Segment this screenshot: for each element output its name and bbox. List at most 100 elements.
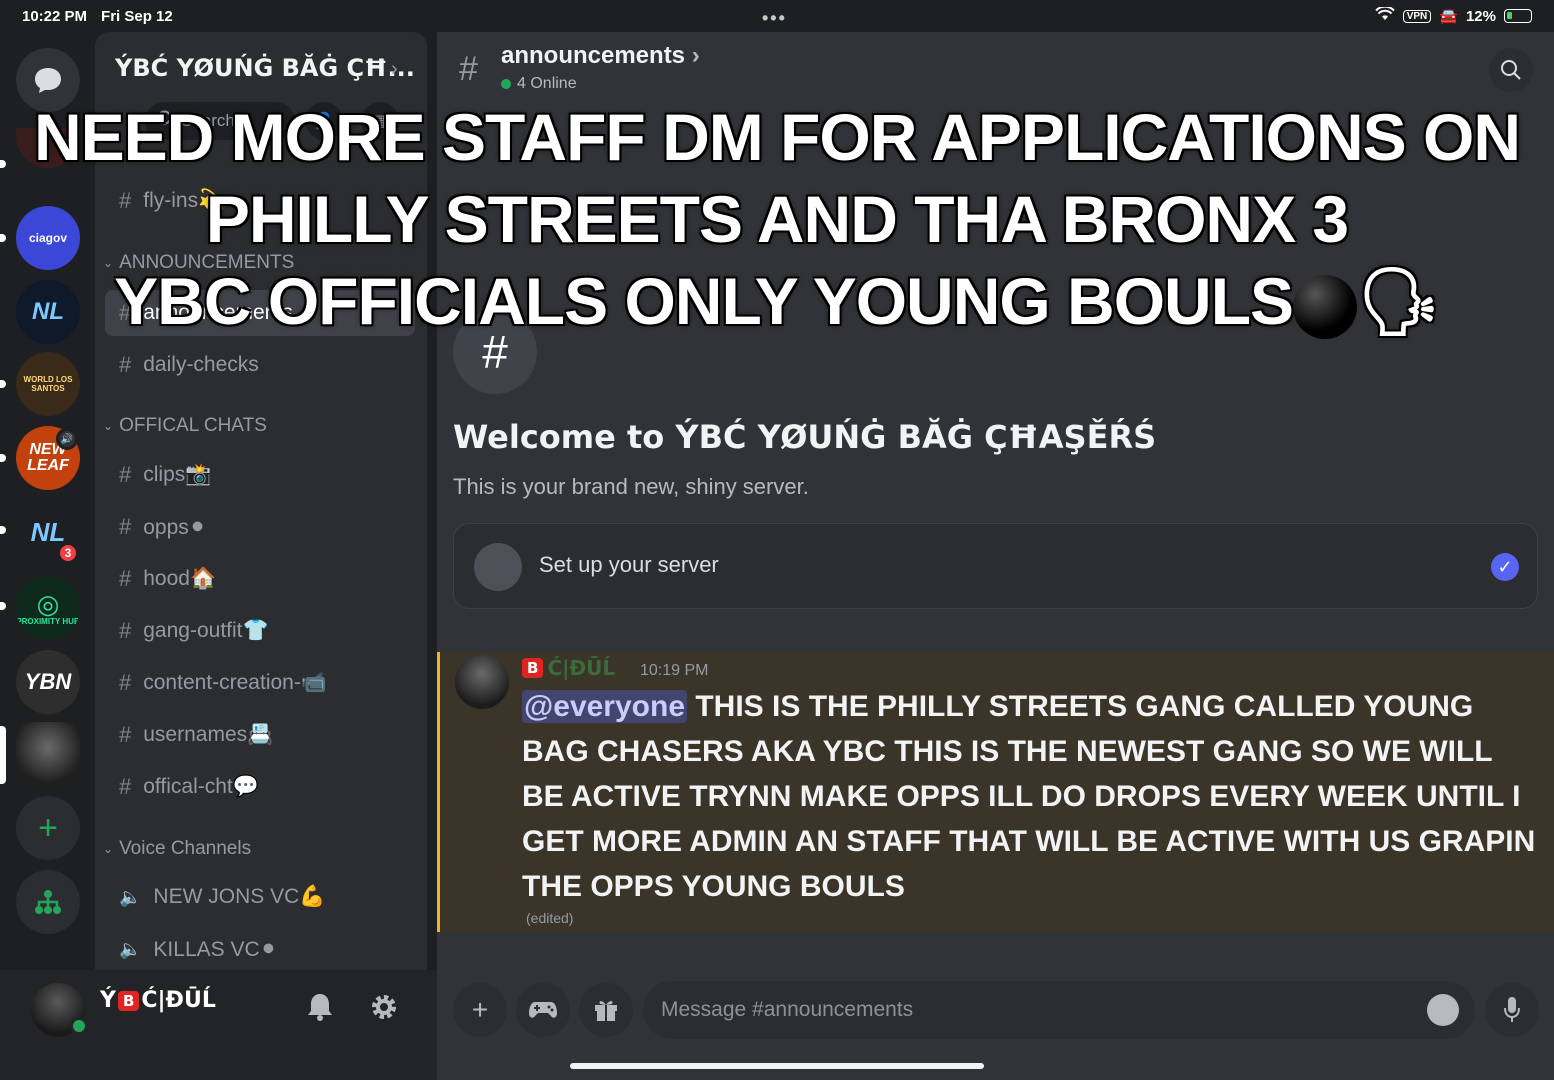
hash-icon: # — [119, 300, 132, 325]
server-name[interactable]: ÝBĆ YØUŃĠ BĂĠ ÇĦ... — [115, 54, 415, 82]
server-rail: ciagov NL WORLD LOS SANTOS NEW LEAF 🔊 NL… — [0, 32, 95, 970]
setup-icon — [474, 543, 522, 591]
gear-icon[interactable] — [369, 992, 399, 1029]
mention-everyone[interactable]: @everyone — [522, 690, 688, 723]
selected-pill — [0, 726, 6, 784]
voice-channel-new-jons[interactable]: 🔈 NEW JONS VC💪 — [105, 874, 415, 920]
chevron-down-icon: ⌄ — [103, 256, 114, 270]
category-announcements[interactable]: ⌄ ANNOUNCEMENTS — [103, 252, 294, 274]
server-icon-ybn[interactable]: YBN — [16, 650, 80, 714]
channel-fly-ins[interactable]: # fly-ins💫 — [105, 178, 415, 224]
main-panel: # announcements › 4 Online # Welcome to … — [437, 32, 1554, 1080]
channel-offical-cht[interactable]: # offical-cht💬 — [105, 764, 415, 810]
message-input[interactable]: Message #announcements — [643, 981, 1475, 1039]
gamepad-icon[interactable] — [516, 983, 570, 1037]
calendar-icon[interactable]: ▦ — [361, 102, 399, 140]
channel-gang-outfit[interactable]: # gang-outfit👕 — [105, 608, 415, 654]
search-icon[interactable] — [1489, 48, 1533, 92]
message[interactable]: B Ć|ĐŪĹ 10:19 PM @everyone THIS IS THE P… — [437, 652, 1554, 932]
battery-percent: 12% — [1465, 7, 1496, 25]
chevron-down-icon: ⌄ — [103, 842, 114, 856]
hash-icon: # — [119, 618, 132, 643]
welcome-subtitle: This is your brand new, shiny server. — [453, 474, 809, 499]
setup-server-card[interactable]: Set up your server ✓ — [453, 523, 1538, 609]
unread-pill — [0, 526, 6, 534]
message-timestamp: 10:19 PM — [640, 662, 709, 679]
emoji-icon[interactable] — [1427, 994, 1459, 1026]
username[interactable]: Ý B Ć|ĐŪĹ — [100, 988, 216, 1013]
letter-b-badge: B — [117, 990, 140, 1011]
user-panel: Ý B Ć|ĐŪĹ — [0, 970, 437, 1080]
car-icon: 🚘 — [1439, 8, 1458, 25]
category-offical-chats[interactable]: ⌄ OFFICAL CHATS — [103, 415, 267, 437]
plus-icon[interactable]: + — [453, 983, 507, 1037]
home-indicator[interactable] — [570, 1063, 984, 1069]
avatar[interactable] — [455, 655, 509, 709]
composer: + Message #announcements — [437, 978, 1554, 1048]
vpn-indicator: VPN — [1402, 9, 1432, 23]
microphone-icon[interactable] — [1485, 983, 1539, 1037]
online-dot — [501, 79, 511, 89]
server-icon-partial[interactable] — [16, 128, 80, 168]
channel-daily-checks[interactable]: # daily-checks — [105, 342, 415, 388]
channel-sidebar: ÝBĆ YØUŃĠ BĂĠ ÇĦ... › Search 👤 ▦ # fly-i… — [95, 32, 427, 970]
chevron-right-icon: › — [691, 42, 700, 69]
add-server-icon[interactable]: + — [16, 796, 80, 860]
speaker-icon: 🔊 — [56, 428, 78, 450]
unread-pill — [0, 380, 6, 388]
message-body: @everyone THIS IS THE PHILLY STREETS GAN… — [522, 690, 1536, 903]
battery-icon — [1504, 9, 1532, 23]
chat-bubble-icon — [35, 68, 61, 93]
gift-icon[interactable] — [579, 983, 633, 1037]
server-icon-proximity-hub[interactable]: ◎ PROXIMITY HUB — [16, 576, 80, 640]
unread-pill — [0, 454, 6, 462]
chevron-down-icon: ⌄ — [103, 419, 114, 433]
server-icon-ciagov[interactable]: ciagov — [16, 206, 80, 270]
add-member-icon[interactable]: 👤 — [305, 102, 343, 140]
channel-usernames[interactable]: # usernames📇 — [105, 712, 415, 758]
direct-messages-button[interactable] — [16, 48, 80, 112]
status-bar: 10:22 PM Fri Sep 12 ••• VPN 🚘 12% — [0, 0, 1554, 32]
search-icon — [157, 110, 175, 133]
unread-pill — [0, 602, 6, 610]
channel-opps[interactable]: # opps⚫ — [105, 504, 415, 550]
search-button[interactable]: Search — [145, 102, 295, 140]
setup-label: Set up your server — [539, 552, 719, 577]
welcome-title: Welcome to ÝBĆ YØUŃĠ BĂĠ ÇĦAŞĚŔŚ — [453, 418, 1157, 456]
online-count: 4 Online — [501, 75, 577, 93]
letter-b-badge: B — [522, 658, 544, 678]
channel-content-creation[interactable]: # content-creation-📹 — [105, 660, 415, 706]
speaker-icon: 🔈 — [119, 938, 142, 959]
hash-icon: # — [119, 774, 132, 799]
category-voice-channels[interactable]: ⌄ Voice Channels — [103, 838, 251, 860]
hash-icon: # — [119, 352, 132, 377]
channel-title[interactable]: announcements › — [501, 42, 700, 70]
mention-badge: 3 — [57, 542, 79, 564]
search-row: Search 👤 ▦ — [95, 102, 427, 142]
unread-pill — [0, 234, 6, 242]
online-status-indicator — [70, 1017, 88, 1035]
message-author[interactable]: B Ć|ĐŪĹ — [522, 656, 615, 680]
hash-icon: # — [119, 514, 132, 539]
channel-announcements[interactable]: # announcements — [105, 290, 415, 336]
edited-label: (edited) — [526, 910, 574, 926]
voice-channel-killas[interactable]: 🔈 KILLAS VC⚫ — [105, 926, 415, 970]
multitask-dots-icon[interactable]: ••• — [762, 8, 787, 29]
chevron-right-icon[interactable]: › — [391, 58, 398, 81]
server-icon-nl[interactable]: NL — [16, 280, 80, 344]
channel-clips[interactable]: # clips📸 — [105, 452, 415, 498]
discover-icon[interactable] — [16, 870, 80, 934]
hash-icon: # — [119, 670, 132, 695]
hash-icon: # — [119, 462, 132, 487]
status-time: 10:22 PM — [22, 7, 88, 25]
hash-icon: # — [119, 188, 132, 213]
check-icon: ✓ — [1491, 553, 1519, 581]
hash-icon: # — [119, 722, 132, 747]
server-icon-ybc[interactable] — [16, 722, 80, 786]
hash-icon: # — [453, 310, 537, 394]
server-icon-world-los-santos[interactable]: WORLD LOS SANTOS — [16, 352, 80, 416]
channel-hood[interactable]: # hood🏠 — [105, 556, 415, 602]
status-date: Fri Sep 12 — [101, 7, 173, 25]
speaker-icon: 🔈 — [119, 886, 142, 907]
bell-icon[interactable] — [306, 992, 334, 1029]
